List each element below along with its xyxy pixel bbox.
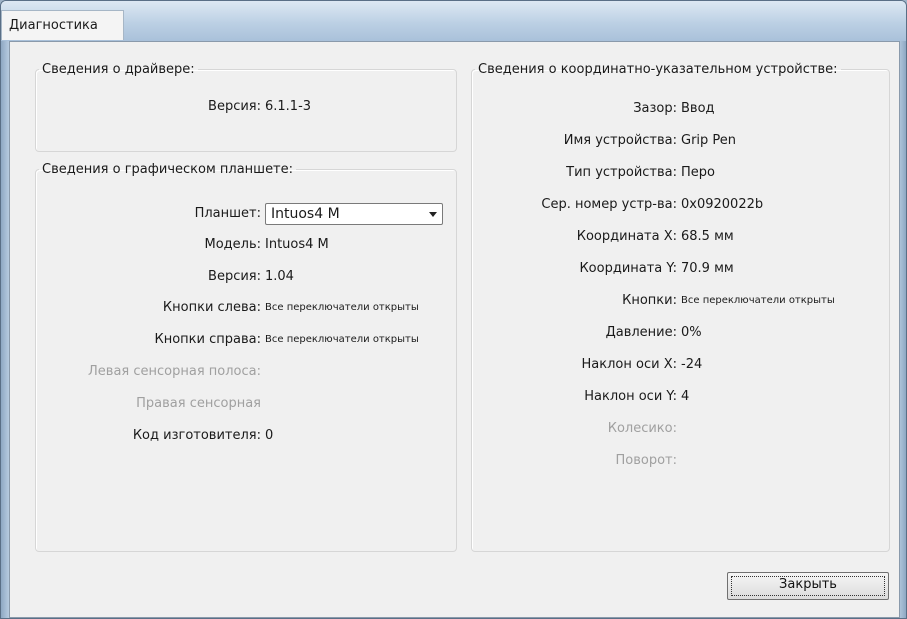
tablet-model-row: Модель: Intuos4 M — [36, 235, 456, 255]
pointing-row-label: Поворот: — [615, 453, 677, 468]
window-title: Диагностика — [1, 10, 124, 40]
tablet-left-touchstrip-row: Левая сенсорная полоса: — [36, 362, 456, 382]
pointing-row-label: Наклон оси X: — [581, 357, 677, 372]
pointing-row: Координата X: 68.5 мм — [472, 227, 889, 247]
tablet-right-buttons-value: Все переключатели открыты — [265, 334, 419, 345]
tablet-version-label: Версия: — [208, 269, 261, 284]
tablet-right-buttons-label: Кнопки справа: — [154, 332, 262, 347]
pointing-row: Кнопки: Все переключатели открыты — [472, 291, 889, 311]
pointing-row-label: Имя устройства: — [563, 133, 677, 148]
pointing-row-label: Сер. номер устр-ва: — [541, 197, 677, 212]
tablet-vendor-row: Код изготовителя: 0 — [36, 426, 456, 446]
chevron-down-icon — [429, 212, 437, 217]
tablet-right-touchstrip-label: Правая сенсорная — [136, 396, 261, 411]
tablet-info-legend: Сведения о графическом планшете: — [42, 162, 294, 177]
tablet-left-touchstrip-label: Левая сенсорная полоса: — [88, 364, 261, 379]
driver-version-label: Версия: — [208, 99, 261, 114]
pointing-row-value: 68.5 мм — [681, 229, 734, 244]
pointing-row: Колесико: — [472, 419, 889, 439]
pointing-row-label: Тип устройства: — [566, 165, 677, 180]
pointing-row-value: Перо — [681, 165, 715, 180]
tablet-select-row: Планшет: Intuos4 M — [36, 202, 456, 226]
pointing-row-label: Зазор: — [633, 101, 677, 116]
driver-version-row: Версия: 6.1.1-3 — [36, 97, 456, 117]
driver-info-group: Сведения о драйвере: Версия: 6.1.1-3 — [35, 62, 457, 152]
pointing-row: Наклон оси X: -24 — [472, 355, 889, 375]
tablet-right-touchstrip-row: Правая сенсорная — [36, 394, 456, 414]
pointing-row: Зазор: Ввод — [472, 99, 889, 119]
pointing-device-group: Сведения о координатно-указательном устр… — [471, 62, 890, 552]
pointing-row-value: 0% — [681, 325, 702, 340]
pointing-row-value: Все переключатели открыты — [681, 295, 835, 306]
tablet-left-buttons-label: Кнопки слева: — [162, 300, 261, 315]
pointing-row: Давление: 0% — [472, 323, 889, 343]
tablet-right-buttons-row: Кнопки справа: Все переключатели открыты — [36, 330, 456, 350]
pointing-row-value: Grip Pen — [681, 133, 737, 148]
pointing-row: Сер. номер устр-ва: 0x0920022b — [472, 195, 889, 215]
tablet-left-buttons-row: Кнопки слева: Все переключатели открыты — [36, 298, 456, 318]
pointing-device-legend: Сведения о координатно-указательном устр… — [478, 62, 838, 77]
close-button-label: Закрыть — [731, 576, 885, 596]
pointing-row-value: Ввод — [681, 101, 715, 116]
pointing-row: Поворот: — [472, 451, 889, 471]
tablet-version-value: 1.04 — [265, 269, 294, 284]
tablet-select-value: Intuos4 M — [271, 206, 340, 222]
pointing-row-label: Колесико: — [607, 421, 677, 436]
tablet-left-buttons-value: Все переключатели открыты — [265, 302, 419, 313]
pointing-row-label: Координата Y: — [579, 261, 677, 276]
tablet-version-row: Версия: 1.04 — [36, 267, 456, 287]
pointing-row-label: Давление: — [605, 325, 677, 340]
pointing-row: Наклон оси Y: 4 — [472, 387, 889, 407]
tablet-model-label: Модель: — [204, 237, 261, 252]
window-left-frame — [1, 41, 9, 618]
title-bar[interactable]: Диагностика — [1, 1, 906, 41]
pointing-row: Тип устройства: Перо — [472, 163, 889, 183]
dialog-body: Сведения о драйвере: Версия: 6.1.1-3 Све… — [9, 41, 900, 618]
pointing-row-value: 0x0920022b — [681, 197, 764, 212]
pointing-row: Имя устройства: Grip Pen — [472, 131, 889, 151]
diagnostics-window: Диагностика Сведения о драйвере: Версия:… — [0, 0, 907, 619]
pointing-row-label: Кнопки: — [622, 293, 677, 308]
pointing-row-value: -24 — [681, 357, 703, 372]
pointing-row-value: 70.9 мм — [681, 261, 734, 276]
tablet-model-value: Intuos4 M — [265, 237, 329, 252]
pointing-row-label: Координата X: — [576, 229, 677, 244]
tablet-vendor-label: Код изготовителя: — [132, 428, 261, 443]
driver-info-legend: Сведения о драйвере: — [42, 62, 195, 77]
tablet-select-label: Планшет: — [194, 206, 261, 221]
tablet-select-dropdown[interactable]: Intuos4 M — [265, 203, 443, 225]
tablet-info-group: Сведения о графическом планшете: Планшет… — [35, 162, 457, 552]
close-button[interactable]: Закрыть — [727, 572, 889, 600]
driver-version-value: 6.1.1-3 — [265, 99, 312, 114]
pointing-row: Координата Y: 70.9 мм — [472, 259, 889, 279]
tablet-vendor-value: 0 — [265, 428, 274, 443]
pointing-row-label: Наклон оси Y: — [584, 389, 677, 404]
pointing-row-value: 4 — [681, 389, 690, 404]
